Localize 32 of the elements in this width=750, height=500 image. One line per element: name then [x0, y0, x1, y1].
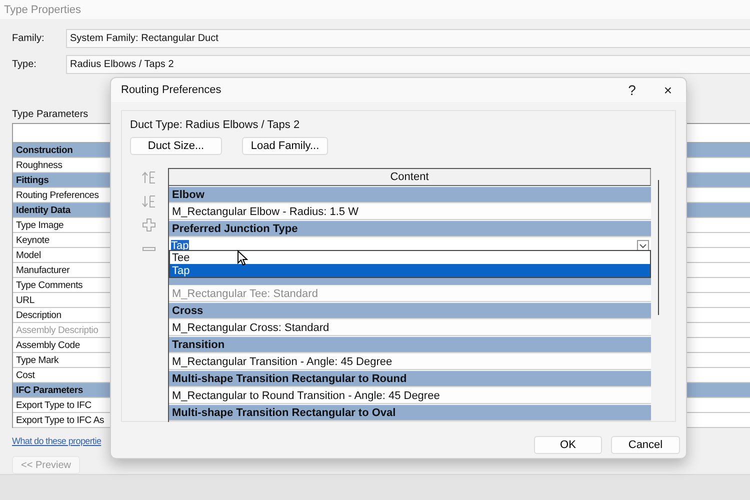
group-header: Preferred Junction Type: [169, 221, 651, 237]
load-family-button[interactable]: Load Family...: [242, 137, 328, 155]
move-up-icon[interactable]: [141, 169, 157, 185]
duct-type-label: Duct Type: Radius Elbows / Taps 2: [130, 119, 301, 131]
section-label: Type Parameters: [12, 109, 90, 120]
move-down-icon[interactable]: [141, 193, 157, 209]
family-field[interactable]: System Family: Rectangular Duct: [66, 28, 750, 48]
duct-size-button[interactable]: Duct Size...: [130, 137, 222, 155]
help-button[interactable]: ?: [614, 81, 650, 99]
group-header: Transition: [169, 337, 651, 353]
ok-button[interactable]: OK: [534, 436, 602, 454]
dialog-title: Routing Preferences: [121, 84, 222, 96]
dropdown-button[interactable]: [637, 240, 649, 252]
window-title: Type Properties: [4, 4, 82, 16]
close-button[interactable]: ×: [650, 81, 686, 99]
table-cell[interactable]: M_Rectangular to Round Transition - Angle: 45 Degree: [169, 388, 651, 404]
column-header: Content: [169, 169, 651, 186]
group-header: Multi-shape Transition Rectangular to Round: [169, 371, 651, 387]
group-header: Multi-shape Transition Rectangular to Oval: [169, 405, 651, 421]
plus-icon[interactable]: [141, 217, 157, 233]
field-label: Type:: [12, 58, 38, 70]
chevron-down-icon: [639, 242, 647, 248]
type-field[interactable]: Radius Elbows / Taps 2: [66, 54, 750, 74]
group-header: Cross: [169, 303, 651, 319]
help-link[interactable]: What do these propertie: [12, 436, 102, 446]
cancel-button[interactable]: Cancel: [611, 436, 680, 454]
table-cell[interactable]: M_Rectangular Cross: Standard: [169, 320, 651, 336]
dropdown-option[interactable]: Tap: [170, 264, 650, 277]
table-cell[interactable]: M_Rectangular Transition - Angle: 45 Degree: [169, 354, 651, 370]
field-label: Family:: [12, 32, 46, 44]
table-cell[interactable]: M_Rectangular Elbow - Radius: 1.5 W: [169, 204, 651, 220]
group-header: Elbow: [169, 187, 651, 203]
